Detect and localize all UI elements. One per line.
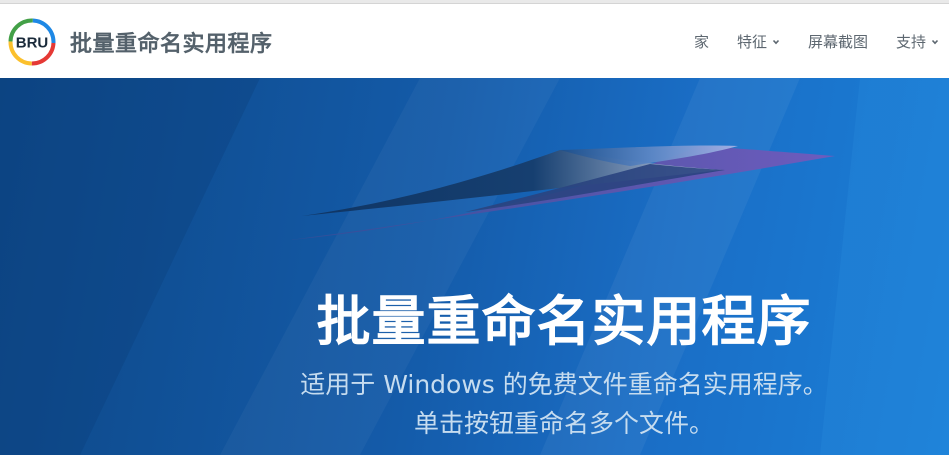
- chevron-down-icon: [772, 39, 780, 44]
- hero-title: 批量重命名实用程序: [316, 290, 812, 353]
- navbar: BRU 批量重命名实用程序 家 特征 屏幕截图 支持: [0, 5, 949, 78]
- bru-logo-icon: BRU: [8, 18, 56, 66]
- nav-features-label: 特征: [736, 33, 767, 51]
- hero-banner: 批量重命名实用程序 适用于 Windows 的免费文件重命名实用程序。 单击按钮…: [0, 78, 949, 455]
- nav-features[interactable]: 特征: [737, 31, 780, 52]
- brand-title: 批量重命名实用程序: [70, 32, 273, 57]
- logo-text: BRU: [16, 35, 49, 52]
- nav-screenshots[interactable]: 屏幕截图: [808, 31, 868, 52]
- nav-support-label: 支持: [895, 33, 926, 51]
- brand-link[interactable]: BRU 批量重命名实用程序: [8, 18, 273, 66]
- nav-home-label: 家: [693, 33, 709, 51]
- nav-support[interactable]: 支持: [896, 31, 939, 52]
- nav-home[interactable]: 家: [694, 31, 709, 52]
- chevron-down-icon: [931, 39, 939, 44]
- nav-screenshots-label: 屏幕截图: [807, 33, 868, 51]
- hero-subtitle-line2: 单击按钮重命名多个文件。: [413, 409, 714, 438]
- main-nav: 家 特征 屏幕截图 支持: [666, 5, 939, 78]
- top-border: [0, 0, 949, 4]
- hero-swoosh-graphic: [290, 145, 835, 240]
- hero-subtitle-line1: 适用于 Windows 的免费文件重命名实用程序。: [300, 370, 828, 399]
